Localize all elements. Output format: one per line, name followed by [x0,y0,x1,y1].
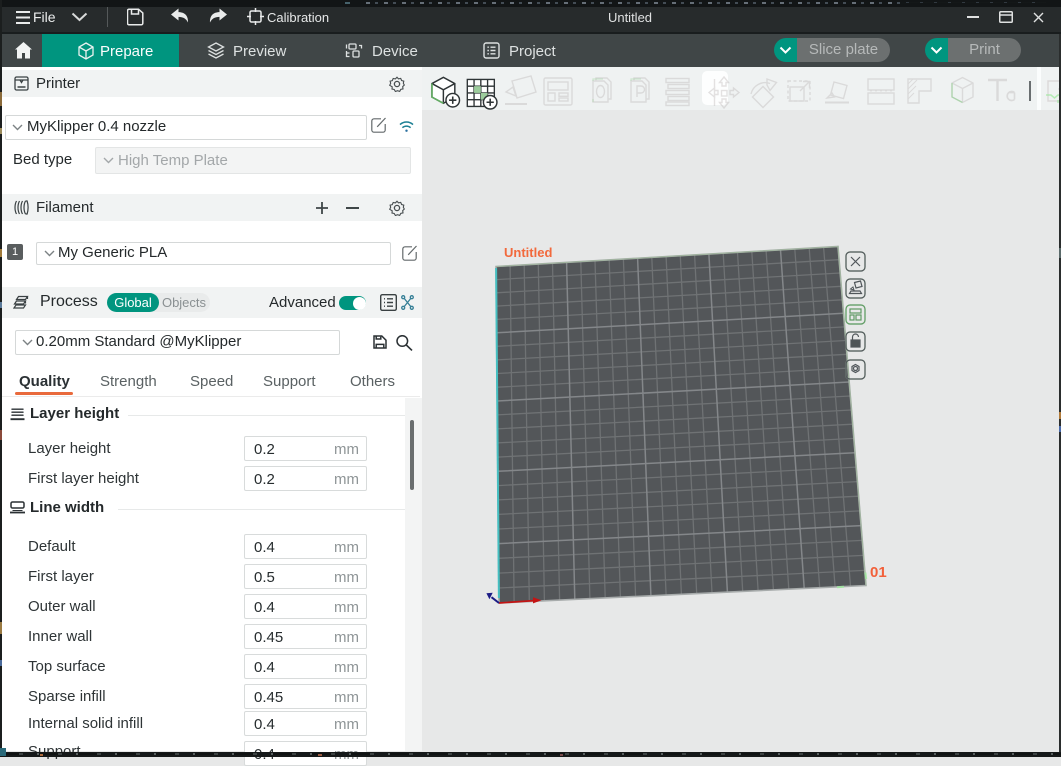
svg-text:01: 01 [870,564,887,581]
svg-text:Untitled: Untitled [504,245,552,260]
